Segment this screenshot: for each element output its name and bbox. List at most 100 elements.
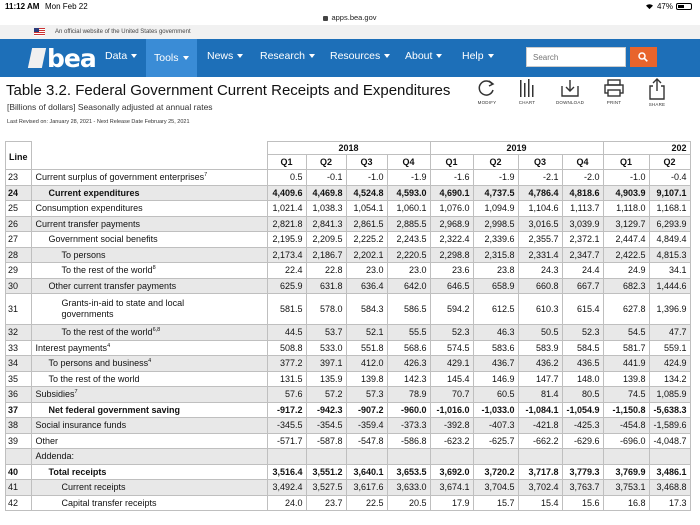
row-label-text: Current surplus of government enterprise… [35,172,205,183]
row-label[interactable]: To persons and business4 [30,355,268,372]
row-label[interactable]: Grants-in-aid to state and local governm… [30,293,268,325]
table-cell: 2,331.4 [517,246,563,263]
table-cell: 52.1 [345,324,388,341]
table-cell: 3,653.5 [386,463,431,480]
footnote-marker[interactable]: 8 [153,265,156,271]
bea-logo[interactable]: bea [27,44,97,73]
table-cell: 15.4 [517,494,563,511]
table-cell: -359.4 [345,417,388,434]
table-row: 32 To the rest of the world6,8 44.5 53.7 52.… [5,324,691,341]
table-cell: 3,704.5 [472,479,519,496]
row-label[interactable]: Capital transfer receipts [30,494,268,511]
row-label-text: Social insurance funds [35,420,127,431]
share-button[interactable]: SHARE [640,78,674,107]
quarter-header: Q3 [517,154,563,170]
row-label[interactable]: To the rest of the world6,8 [30,324,268,341]
row-label[interactable]: Consumption expenditures [30,200,268,217]
download-button[interactable]: DOWNLOAD [553,78,587,105]
chart-button[interactable]: CHART [510,78,544,105]
row-label[interactable]: To the rest of the world [30,370,268,387]
nav-item-resources[interactable]: Resources [330,50,391,62]
footnote-marker[interactable]: 7 [204,172,207,178]
row-label[interactable]: Current surplus of government enterprise… [30,169,268,186]
quarter-header: Q1 [429,154,474,170]
footnote-marker[interactable]: 7 [75,389,78,395]
row-label[interactable]: Total receipts [30,463,268,480]
table-cell: 3,129.7 [602,215,650,232]
table-cell: 610.3 [517,293,563,325]
search-input[interactable] [526,47,626,67]
table-cell: 44.5 [266,324,307,341]
row-label[interactable]: Current expenditures [30,184,268,201]
table-cell: 78.9 [386,386,431,403]
table-cell: 583.6 [472,339,519,356]
url-text: apps.bea.gov [331,13,377,22]
line-number: 38 [5,417,32,434]
chevron-down-icon [384,54,391,59]
row-label[interactable]: Other [30,432,268,449]
row-label[interactable]: Net federal government saving [30,401,268,418]
table-cell: 3,640.1 [345,463,388,480]
line-number: 41 [5,479,32,496]
footnote-marker[interactable]: 4 [148,358,151,364]
url-bar[interactable]: apps.bea.gov [0,13,700,25]
row-label[interactable]: To the rest of the world8 [30,262,268,279]
row-label[interactable]: Current transfer payments [30,215,268,232]
table-cell: 2,347.7 [561,246,604,263]
table-cell: -1.9 [472,169,519,186]
line-number [5,448,32,465]
line-number: 26 [5,215,32,232]
row-label[interactable]: To persons [30,246,268,263]
nav-item-data[interactable]: Data [105,50,138,62]
table-cell: 2,447.4 [602,231,650,248]
row-label[interactable]: Current receipts [30,479,268,496]
table-cell: 631.8 [305,277,347,294]
table-cell: 54.5 [602,324,650,341]
nav-item-news[interactable]: News [207,50,244,62]
table-cell: 22.4 [266,262,307,279]
row-label-text: Government social benefits [48,234,158,245]
nav-item-help[interactable]: Help [462,50,494,62]
print-button[interactable]: PRINT [597,78,631,105]
row-label[interactable]: Government social benefits [30,231,268,248]
table-cell: 4,786.4 [517,184,563,201]
line-header[interactable]: Line [5,141,32,170]
table-cell: -421.8 [517,417,563,434]
table-cell: 60.5 [472,386,519,403]
table-cell: 52.3 [561,324,604,341]
row-label-text: Other current transfer payments [48,280,177,291]
table-row: 25 Consumption expenditures 1,021.4 1,038.3… [5,200,691,217]
nav-item-research[interactable]: Research [260,50,315,62]
row-label[interactable]: Interest payments4 [30,339,268,356]
table-row: 29 To the rest of the world8 22.4 22.8 23.0 2… [5,262,691,279]
tool-label: SHARE [648,102,666,107]
line-number: 42 [5,494,32,511]
table-row: 41 Current receipts 3,492.4 3,527.5 3,617.6 3… [5,479,691,496]
row-label[interactable]: Subsidies7 [30,386,268,403]
footnote-marker[interactable]: 6,8 [153,327,161,333]
nav-item-about[interactable]: About [405,50,443,62]
search-button[interactable] [630,47,657,67]
row-label-text: Grants-in-aid to state and local governm… [61,298,185,319]
row-label[interactable]: Other current transfer payments [30,277,268,294]
revision-note: Last Revised on: January 28, 2021 - Next… [7,119,190,125]
row-label[interactable]: Social insurance funds [30,417,268,434]
table-cell: 0.5 [266,169,307,186]
row-label: Addenda: [30,448,268,465]
table-cell: -1.0 [345,169,388,186]
nav-item-tools[interactable]: Tools [146,39,197,77]
table-cell: 139.8 [602,370,650,387]
footnote-marker[interactable]: 4 [107,343,110,349]
table-row: Addenda: [5,448,691,465]
modify-button[interactable]: MODIFY [470,78,504,105]
battery-icon [676,3,692,10]
table-cell: 1,168.1 [648,200,691,217]
table-cell: 2,225.2 [345,231,388,248]
table-cell: 15.7 [472,494,519,511]
data-table-container[interactable]: Line 2018 2019 202 Q1 Q2 Q3 Q4 Q1 Q2 Q3 Q4 Q1 Q2 … [5,141,700,525]
nav-label: Data [105,50,128,62]
table-row: 26 Current transfer payments 2,821.8 2,841.… [5,215,691,232]
row-label-text: Other [35,435,59,446]
table-cell [386,448,431,465]
table-cell [602,448,650,465]
